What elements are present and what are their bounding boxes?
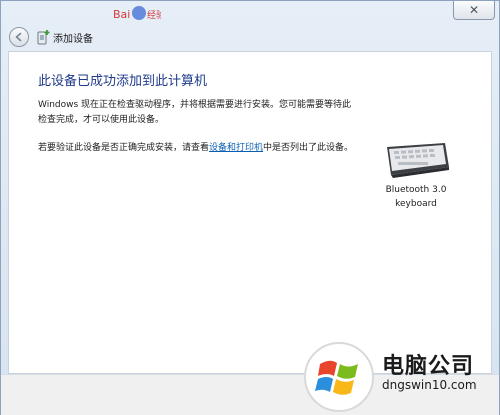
back-button[interactable] bbox=[9, 27, 29, 47]
status-message: Windows 现在正在检查驱动程序，并将根据需要进行安装。您可能需要等待此检查… bbox=[38, 100, 352, 125]
svg-text:Bai: Bai bbox=[113, 8, 130, 21]
device-label-line2: keyboard bbox=[395, 199, 437, 209]
watermark-site-text: dngswin10.com bbox=[382, 378, 477, 392]
svg-text:经验: 经验 bbox=[147, 9, 161, 21]
device-tile: Bluetooth 3.0 keyboard bbox=[376, 137, 456, 211]
page-heading: 此设备已成功添加到此计算机 bbox=[38, 74, 208, 89]
close-button[interactable]: ✕ bbox=[453, 1, 495, 20]
verify-text-before: 若要验证此设备是否正确完成安装，请查看 bbox=[38, 143, 210, 153]
content-panel: 此设备已成功添加到此计算机 Windows 现在正在检查驱动程序，并将根据需要进… bbox=[8, 51, 492, 374]
devices-printers-link[interactable]: 设备和打印机 bbox=[209, 143, 263, 153]
nav-bar: 添加设备 bbox=[1, 23, 499, 51]
windows-logo-icon bbox=[304, 342, 374, 412]
title-bar: Bai 经验 ✕ bbox=[1, 1, 499, 23]
brand-watermark: 电脑公司 dngswin10.com bbox=[300, 338, 498, 415]
watermark-brand-text: 电脑公司 bbox=[382, 354, 475, 379]
add-device-icon bbox=[37, 30, 50, 45]
baidu-logo-watermark: Bai 经验 bbox=[113, 6, 161, 21]
keyboard-icon bbox=[387, 143, 449, 178]
back-arrow-icon bbox=[15, 32, 22, 42]
close-icon: ✕ bbox=[468, 3, 480, 17]
verify-text-after: 中是否列出了此设备。 bbox=[263, 143, 354, 153]
device-label-line1: Bluetooth 3.0 bbox=[385, 185, 447, 195]
verify-message: 若要验证此设备是否正确完成安装，请查看设备和打印机中是否列出了此设备。 bbox=[38, 141, 358, 156]
wizard-title: 添加设备 bbox=[53, 34, 93, 45]
